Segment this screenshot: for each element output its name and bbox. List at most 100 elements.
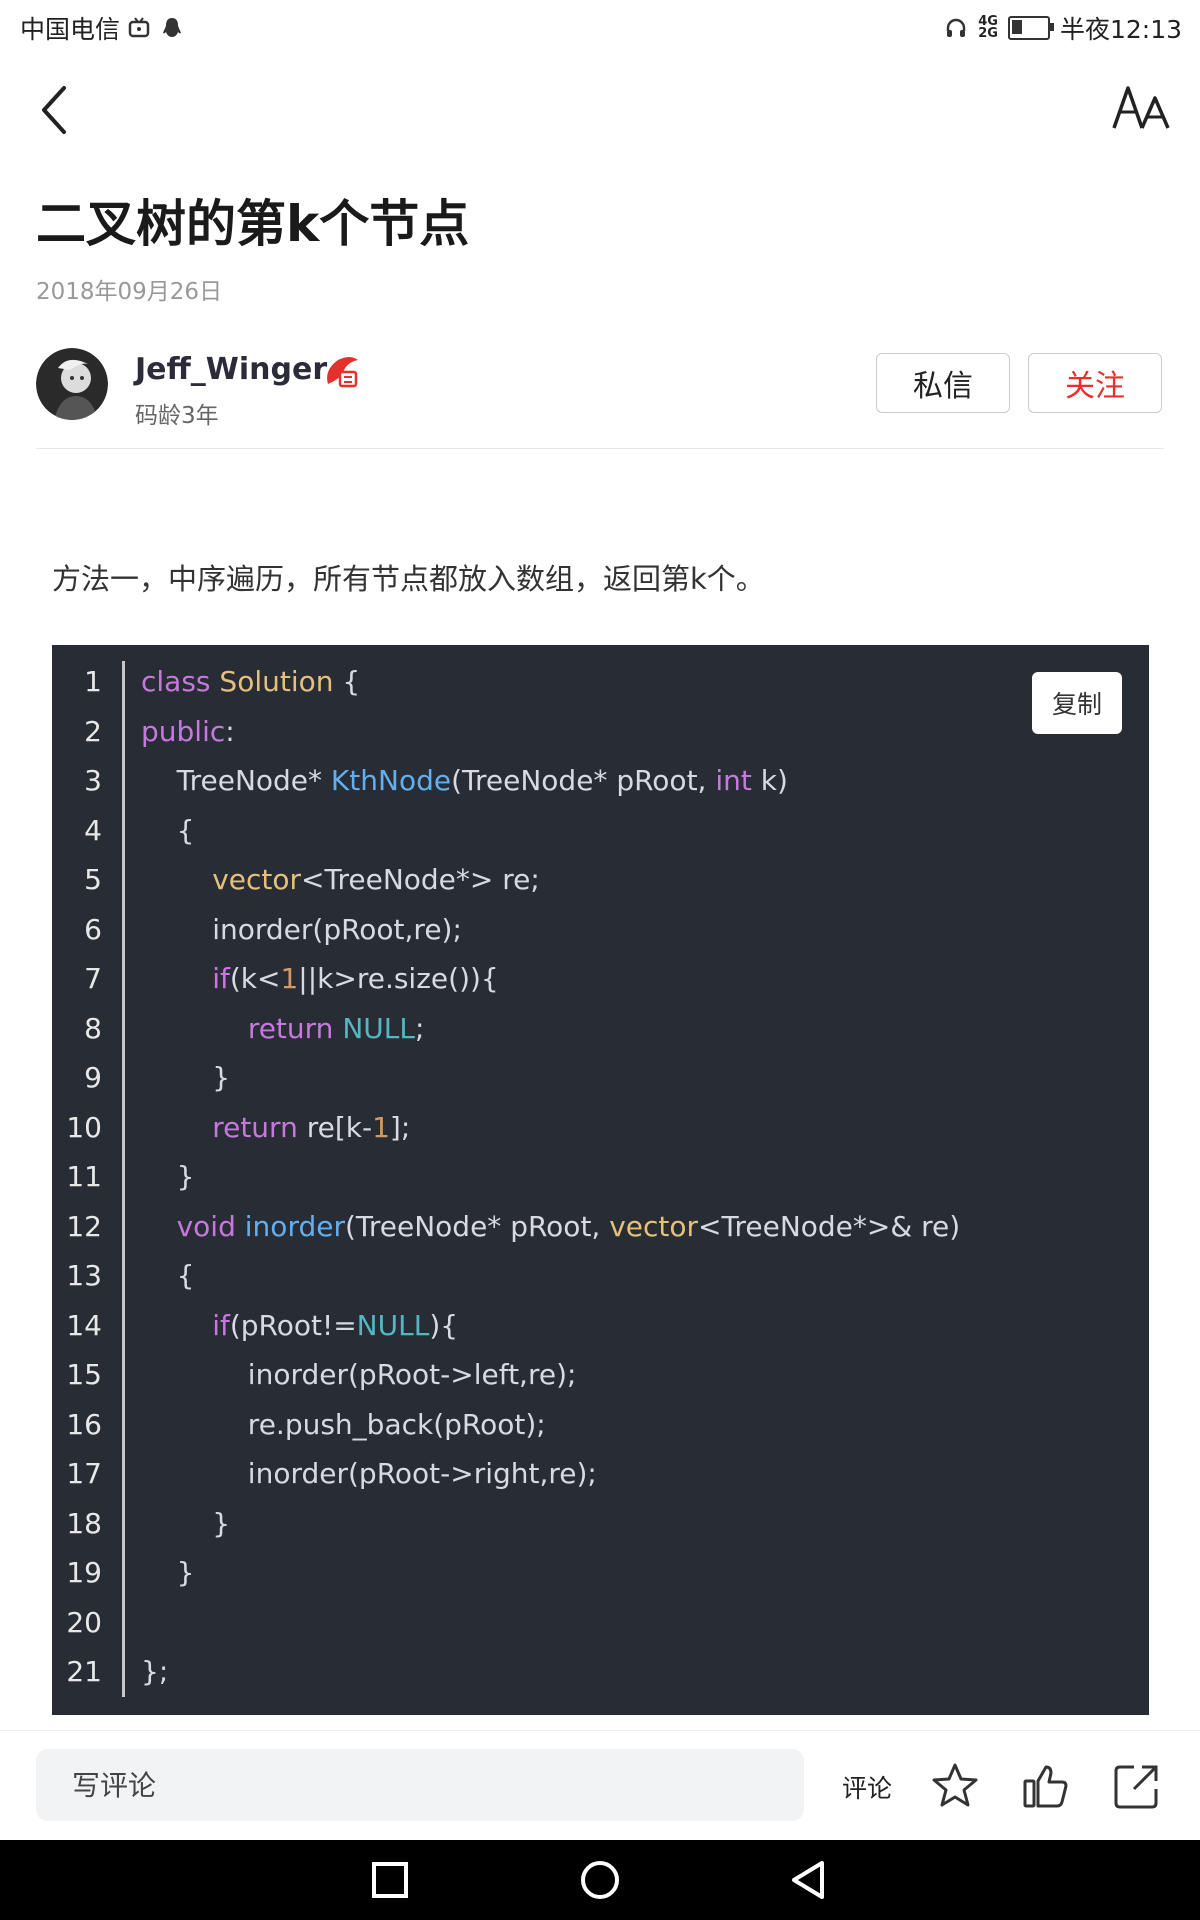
code-token: Solution xyxy=(219,665,334,698)
code-line: vector<TreeNode*> re; xyxy=(141,863,540,896)
line-number: 18 xyxy=(66,1506,102,1540)
top-nav xyxy=(0,70,1200,150)
bottom-action-bar: 评论 xyxy=(0,1730,1200,1841)
line-number: 13 xyxy=(66,1259,102,1292)
line-number: 15 xyxy=(66,1358,102,1391)
comments-link[interactable]: 评论 xyxy=(842,1769,892,1805)
code-line: { xyxy=(141,1259,195,1292)
back-triangle-icon[interactable] xyxy=(788,1858,832,1902)
code-token: (k< xyxy=(229,962,281,995)
status-left: 中国电信 xyxy=(20,10,184,46)
clock: 半夜12:13 xyxy=(1059,15,1182,44)
code-line: } xyxy=(141,1507,230,1540)
code-line: inorder(pRoot->left,re); xyxy=(141,1358,577,1391)
qq-penguin-icon xyxy=(163,18,182,37)
code-token: KthNode xyxy=(330,764,452,797)
recent-apps-icon[interactable] xyxy=(368,1858,412,1902)
author-row: Jeff_Winger 码龄3年 私信 关注 xyxy=(36,348,1164,449)
star-icon[interactable] xyxy=(930,1761,980,1811)
line-number: 9 xyxy=(84,1061,102,1094)
network-type-label-2: 2G xyxy=(978,26,998,41)
author-coding-age: 码龄3年 xyxy=(135,403,219,429)
code-line: void inorder(TreeNode* pRoot, vector<Tre… xyxy=(141,1209,961,1243)
signal-icon: 4G 2G xyxy=(978,15,998,41)
code-token: }; xyxy=(141,1655,169,1688)
code-line: { xyxy=(141,814,195,847)
line-number: 7 xyxy=(84,962,102,995)
code-line: TreeNode* KthNode(TreeNode* pRoot, int k… xyxy=(141,764,788,797)
tv-icon xyxy=(128,17,150,38)
code-line: re.push_back(pRoot); xyxy=(141,1408,546,1441)
code-token: inorder(pRoot->left,re); xyxy=(141,1358,577,1391)
status-right: 4G 2G 半夜12:13 xyxy=(944,10,1182,46)
code-token: } xyxy=(141,1061,231,1094)
comment-input[interactable] xyxy=(36,1749,804,1821)
line-number: 8 xyxy=(84,1011,102,1045)
line-number: 14 xyxy=(66,1308,102,1342)
code-line: } xyxy=(141,1160,195,1193)
code-token: inorder(pRoot,re); xyxy=(141,912,462,946)
code-token: return xyxy=(212,1110,298,1144)
line-number: 5 xyxy=(84,863,102,896)
line-number: 10 xyxy=(66,1110,102,1144)
code-token: ]; xyxy=(389,1110,411,1144)
system-nav-bar xyxy=(0,1840,1200,1920)
avatar[interactable] xyxy=(36,348,108,420)
code-token: ||k>re.size()){ xyxy=(298,962,499,995)
code-token: inorder xyxy=(244,1209,345,1243)
line-number: 16 xyxy=(66,1407,102,1441)
code-token: } xyxy=(141,1506,231,1540)
code-token: { xyxy=(141,1259,195,1292)
article-title: 二叉树的第k个节点 xyxy=(36,195,470,253)
code-token: ; xyxy=(414,1011,425,1045)
line-number: 6 xyxy=(84,912,102,946)
font-size-icon[interactable] xyxy=(1112,84,1172,136)
code-line: public: xyxy=(141,715,235,748)
line-number: 21 xyxy=(66,1655,102,1688)
code-line: if(pRoot!=NULL){ xyxy=(141,1309,458,1342)
code-token: public xyxy=(141,714,226,748)
battery-level xyxy=(1011,20,1023,34)
code-line: }; xyxy=(141,1655,168,1688)
follow-button[interactable]: 关注 xyxy=(1028,353,1162,413)
back-arrow-icon[interactable] xyxy=(36,82,76,138)
code-token: { xyxy=(333,665,361,698)
publish-date: 2018年09月26日 xyxy=(36,279,223,305)
line-number: 4 xyxy=(84,813,102,847)
line-number: 19 xyxy=(66,1556,102,1589)
code-line: } xyxy=(141,1556,195,1589)
line-number: 20 xyxy=(66,1605,102,1639)
code-block: 复制 1 class Solution {2 public: 3 TreeNode* … xyxy=(52,645,1149,1715)
code-token: return xyxy=(247,1011,334,1045)
code-token: ){ xyxy=(429,1308,459,1342)
line-number: 1 xyxy=(84,665,102,698)
code-token: } xyxy=(141,1556,195,1589)
code-token: (pRoot!= xyxy=(229,1308,357,1342)
code-token: if xyxy=(212,1308,230,1342)
carrier-label: 中国电信 xyxy=(20,15,121,44)
code-line: return NULL; xyxy=(141,1011,425,1045)
share-icon[interactable] xyxy=(1112,1761,1162,1811)
code-line: } xyxy=(141,1061,230,1094)
code-token: <TreeNode*>& re) xyxy=(698,1209,961,1243)
thumbs-up-icon[interactable] xyxy=(1022,1761,1072,1811)
code-token: TreeNode* xyxy=(141,764,331,797)
code-token: vector xyxy=(609,1209,699,1243)
code-line: inorder(pRoot->right,re); xyxy=(141,1457,597,1490)
battery-icon xyxy=(1007,16,1054,40)
code-token: if xyxy=(212,962,230,995)
home-icon[interactable] xyxy=(578,1858,622,1902)
copy-button[interactable]: 复制 xyxy=(1032,672,1122,734)
private-message-button[interactable]: 私信 xyxy=(876,353,1010,413)
code-token: (TreeNode* pRoot, xyxy=(451,764,716,797)
code-token: re[k- xyxy=(297,1110,373,1144)
author-name[interactable]: Jeff_Winger xyxy=(135,352,327,387)
code-token: inorder(pRoot->right,re); xyxy=(141,1457,597,1490)
code-line: inorder(pRoot,re); xyxy=(141,913,462,946)
code-token: <TreeNode*> re; xyxy=(301,863,540,896)
